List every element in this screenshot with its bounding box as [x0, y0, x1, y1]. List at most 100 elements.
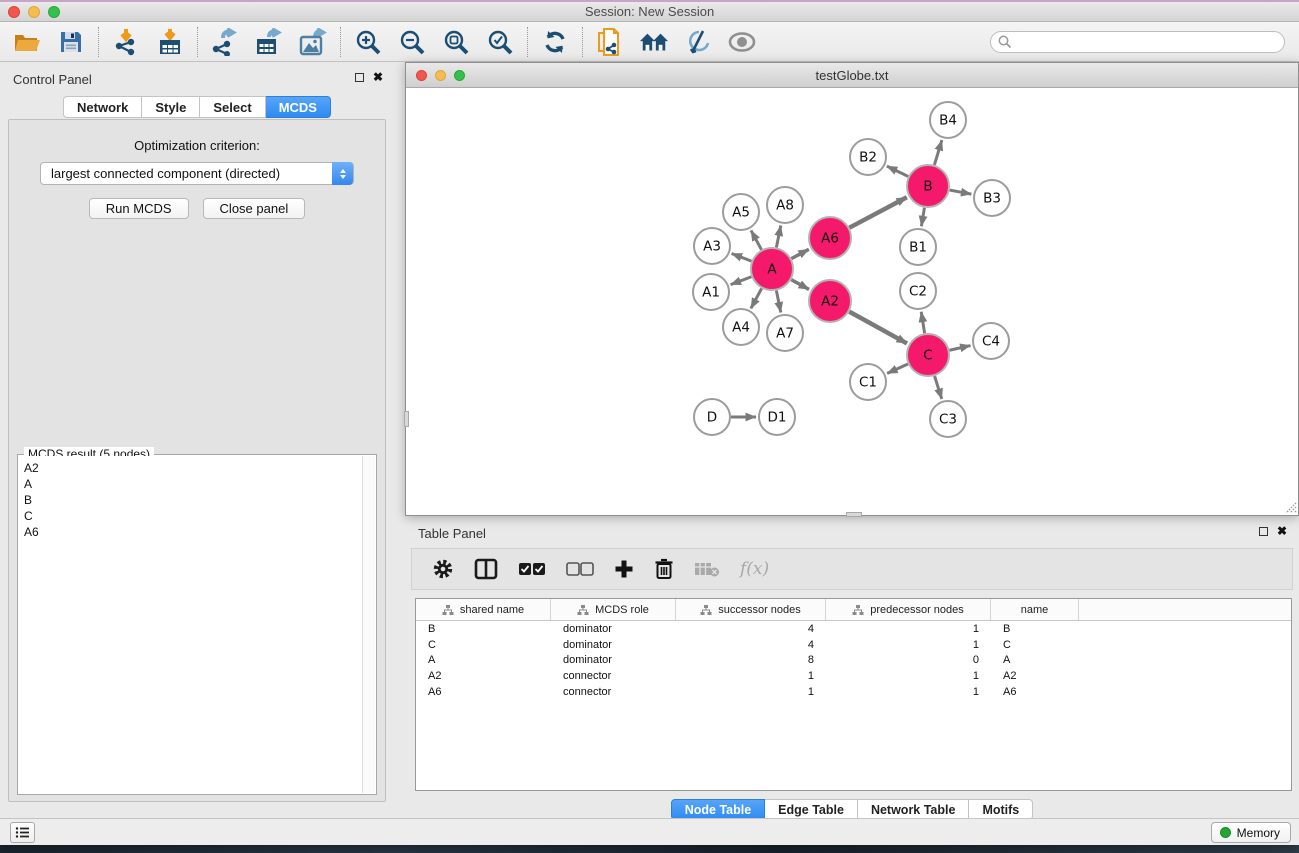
result-item[interactable]: A6: [24, 524, 362, 540]
network-node-B4[interactable]: B4: [930, 102, 966, 138]
tab-mcds[interactable]: MCDS: [266, 96, 331, 118]
result-item[interactable]: C: [24, 508, 362, 524]
export-network-icon[interactable]: [210, 27, 240, 57]
show-column-panel-icon[interactable]: [474, 558, 498, 580]
network-node-A6[interactable]: A6: [809, 217, 851, 259]
search-input[interactable]: [990, 31, 1285, 53]
network-edge-A-A3[interactable]: [732, 254, 752, 262]
close-panel-button[interactable]: Close panel: [203, 198, 306, 219]
import-table-icon[interactable]: [155, 27, 185, 57]
run-mcds-button[interactable]: Run MCDS: [89, 198, 189, 219]
select-all-columns-icon[interactable]: [518, 562, 546, 576]
table-tab-network-table[interactable]: Network Table: [858, 799, 970, 820]
network-node-C1[interactable]: C1: [850, 364, 886, 400]
new-network-from-selection-icon[interactable]: [595, 27, 625, 57]
column-header-predecessor-nodes[interactable]: predecessor nodes: [826, 599, 991, 620]
network-node-A5[interactable]: A5: [723, 194, 759, 230]
delete-column-trash-icon[interactable]: [654, 558, 674, 580]
zoom-selected-icon[interactable]: [485, 27, 515, 57]
network-edge-A-A2[interactable]: [791, 280, 809, 290]
column-header-shared-name[interactable]: shared name: [416, 599, 551, 620]
network-canvas[interactable]: B4 B2 B B3 A8A5 A6 A3 B1 A A1 C2 A2 A4A7 C4 C C1 C3 D D1: [406, 88, 1298, 515]
frame-resize-grip-bottom[interactable]: [846, 512, 862, 517]
create-column-plus-icon[interactable]: [614, 559, 634, 579]
table-tab-motifs[interactable]: Motifs: [969, 799, 1033, 820]
network-edge-A-A7[interactable]: [776, 291, 780, 313]
network-node-A4[interactable]: A4: [723, 309, 759, 345]
column-header-name[interactable]: name: [991, 599, 1079, 620]
network-node-A[interactable]: A: [751, 248, 793, 290]
result-scrollbar[interactable]: [362, 456, 375, 793]
table-row[interactable]: Bdominator41B: [416, 621, 1291, 637]
result-item[interactable]: A2: [24, 460, 362, 476]
network-node-A3[interactable]: A3: [694, 228, 730, 264]
network-edge-A-A1[interactable]: [731, 277, 752, 285]
table-row[interactable]: Cdominator41C: [416, 637, 1291, 653]
save-session-icon[interactable]: [56, 27, 86, 57]
network-node-A2[interactable]: A2: [809, 280, 851, 322]
network-node-A7[interactable]: A7: [767, 315, 803, 351]
float-panel-icon[interactable]: [355, 73, 364, 82]
table-tab-edge-table[interactable]: Edge Table: [765, 799, 858, 820]
table-tab-node-table[interactable]: Node Table: [671, 799, 765, 820]
network-node-A1[interactable]: A1: [693, 274, 729, 310]
network-edge-A-A4[interactable]: [751, 288, 762, 308]
criterion-dropdown[interactable]: largest connected component (directed): [40, 162, 354, 185]
tab-network[interactable]: Network: [63, 96, 142, 118]
network-node-C3[interactable]: C3: [930, 401, 966, 437]
close-table-panel-icon[interactable]: ✖: [1277, 526, 1287, 536]
column-header-mcds-role[interactable]: MCDS role: [551, 599, 676, 620]
network-node-B1[interactable]: B1: [900, 229, 936, 265]
network-node-D1[interactable]: D1: [759, 399, 795, 435]
column-header-successor-nodes[interactable]: successor nodes: [676, 599, 826, 620]
table-row[interactable]: A2connector11A2: [416, 668, 1291, 684]
tab-style[interactable]: Style: [142, 96, 200, 118]
node-table[interactable]: shared nameMCDS rolesuccessor nodesprede…: [415, 598, 1292, 791]
table-row[interactable]: A6connector11A6: [416, 684, 1291, 700]
network-edge-A-A5[interactable]: [751, 230, 761, 249]
import-network-icon[interactable]: [111, 27, 141, 57]
network-node-A8[interactable]: A8: [767, 187, 803, 223]
zoom-out-icon[interactable]: [397, 27, 427, 57]
network-node-B3[interactable]: B3: [974, 180, 1010, 216]
deselect-all-columns-icon[interactable]: [566, 562, 594, 576]
network-edge-A-A6[interactable]: [791, 249, 808, 258]
network-edge-C-C1[interactable]: [887, 364, 908, 373]
float-table-panel-icon[interactable]: [1259, 527, 1268, 536]
network-edge-A2-C[interactable]: [849, 312, 907, 344]
table-row[interactable]: Adominator80A: [416, 652, 1291, 668]
network-edge-B-B3[interactable]: [950, 190, 972, 194]
result-item[interactable]: B: [24, 492, 362, 508]
table-settings-gear-icon[interactable]: [432, 558, 454, 580]
frame-resize-grip-corner[interactable]: [1284, 501, 1297, 514]
close-panel-icon[interactable]: ✖: [373, 72, 383, 82]
network-edge-A6-B[interactable]: [849, 197, 906, 227]
level-of-detail-eye-icon[interactable]: [727, 27, 757, 57]
network-node-C4[interactable]: C4: [973, 323, 1009, 359]
network-edge-A-A8[interactable]: [776, 226, 780, 248]
network-node-C[interactable]: C: [907, 334, 949, 376]
network-node-B[interactable]: B: [907, 165, 949, 207]
network-edge-B-B4[interactable]: [934, 140, 942, 165]
network-edge-C-C4[interactable]: [949, 346, 970, 351]
result-item[interactable]: A: [24, 476, 362, 492]
refresh-icon[interactable]: [540, 27, 570, 57]
network-edge-B-B2[interactable]: [887, 166, 908, 176]
tab-select[interactable]: Select: [200, 96, 265, 118]
mcds-result-list[interactable]: A2ABCA6: [19, 456, 362, 793]
network-node-B2[interactable]: B2: [850, 139, 886, 175]
network-edge-B-B1[interactable]: [921, 208, 924, 227]
network-edge-C-C2[interactable]: [921, 312, 924, 334]
network-edge-C-C3[interactable]: [935, 376, 942, 399]
zoom-fit-icon[interactable]: [441, 27, 471, 57]
network-window-titlebar[interactable]: testGlobe.txt: [406, 63, 1298, 88]
network-node-D[interactable]: D: [694, 399, 730, 435]
open-session-icon[interactable]: [12, 27, 42, 57]
export-image-icon[interactable]: [298, 27, 328, 57]
zoom-in-icon[interactable]: [353, 27, 383, 57]
export-table-icon[interactable]: [254, 27, 284, 57]
memory-button[interactable]: Memory: [1211, 822, 1291, 843]
network-node-C2[interactable]: C2: [900, 273, 936, 309]
cybrowser-home-icon[interactable]: [639, 27, 669, 57]
task-history-button[interactable]: [10, 822, 35, 843]
